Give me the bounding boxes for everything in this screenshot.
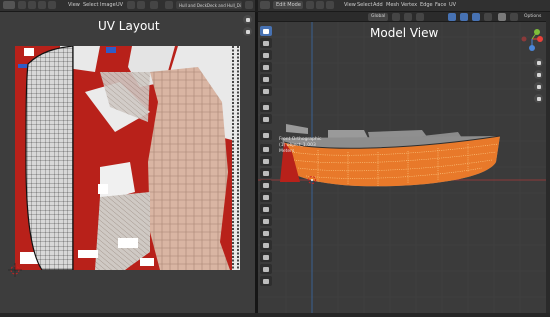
- viewport-window-header: Edit Mode View Select Add Mesh Vertex Ed…: [258, 0, 550, 12]
- viewport-menu-vertex[interactable]: Vertex: [401, 2, 417, 8]
- knife-icon[interactable]: [260, 192, 272, 202]
- face-select-icon[interactable]: [48, 1, 56, 9]
- uv-editor-header: View Select Image UV Hull and DeckDeck a…: [0, 0, 255, 12]
- rotate-icon[interactable]: [260, 62, 272, 72]
- shrink-icon[interactable]: [260, 252, 272, 262]
- status-bar: [0, 313, 550, 317]
- x-axis-icon[interactable]: [537, 36, 543, 42]
- perspective-toggle-icon[interactable]: [534, 94, 543, 103]
- snap-icon[interactable]: [404, 13, 412, 21]
- z-axis-icon[interactable]: [529, 45, 535, 51]
- viewport-canvas[interactable]: [258, 12, 546, 313]
- gizmo-icon[interactable]: [460, 13, 468, 21]
- uv-sync-icon[interactable]: [18, 1, 26, 9]
- viewport-info: Front Orthographic (1) object_1.003 Mete…: [279, 137, 321, 155]
- uv-menu-uv[interactable]: UV: [116, 2, 123, 8]
- proportional-icon[interactable]: [416, 13, 424, 21]
- viewport-menu-uv[interactable]: UV: [449, 2, 456, 8]
- editor-type-icon[interactable]: [3, 1, 15, 9]
- edge-select-icon[interactable]: [38, 1, 46, 9]
- visibility-icon[interactable]: [448, 13, 456, 21]
- uv-menu-select[interactable]: Select: [83, 2, 98, 8]
- transform-icon[interactable]: [260, 86, 272, 96]
- xray-icon[interactable]: [484, 13, 492, 21]
- inset-icon[interactable]: [260, 156, 272, 166]
- proportional-icon[interactable]: [150, 1, 158, 9]
- solid-shading-icon[interactable]: [498, 13, 506, 21]
- pan-icon[interactable]: [534, 70, 543, 79]
- zoom-icon[interactable]: [534, 58, 543, 67]
- edge-select-icon[interactable]: [316, 1, 324, 9]
- vertex-select-icon[interactable]: [28, 1, 36, 9]
- select-box-icon[interactable]: [260, 26, 272, 36]
- pivot-icon[interactable]: [127, 1, 135, 9]
- viewport-menu-edge[interactable]: Edge: [420, 2, 433, 8]
- pivot-icon[interactable]: [392, 13, 400, 21]
- pin-icon[interactable]: [245, 1, 253, 9]
- face-select-icon[interactable]: [326, 1, 334, 9]
- y-axis-icon[interactable]: [534, 29, 540, 35]
- measure-icon[interactable]: [260, 114, 272, 124]
- viewport-menu-mesh[interactable]: Mesh: [386, 2, 399, 8]
- options-button[interactable]: Options: [524, 14, 541, 19]
- uv-canvas[interactable]: [0, 12, 255, 313]
- zoom-icon[interactable]: [243, 15, 252, 24]
- material-shading-icon[interactable]: [510, 13, 518, 21]
- snap-icon[interactable]: [137, 1, 145, 9]
- orientation-label: Global: [371, 14, 386, 19]
- uv-editor[interactable]: UV Layout: [0, 12, 255, 313]
- rip-icon[interactable]: [260, 276, 272, 286]
- image-name-text: Hull and DeckDeck and Hull_Diffuse: [179, 2, 241, 8]
- viewport-menu-face[interactable]: Face: [435, 2, 446, 8]
- annotate-icon[interactable]: [260, 102, 272, 112]
- pan-icon[interactable]: [243, 27, 252, 36]
- move-icon[interactable]: [260, 50, 272, 60]
- uv-layout-title: UV Layout: [98, 19, 160, 33]
- spin-icon[interactable]: [260, 216, 272, 226]
- viewport-tool-header: Global Options: [258, 12, 546, 22]
- scale-icon[interactable]: [260, 74, 272, 84]
- blender-window: View Select Image UV Hull and DeckDeck a…: [0, 0, 550, 317]
- vertex-select-icon[interactable]: [306, 1, 314, 9]
- add-cube-icon[interactable]: [260, 130, 272, 140]
- 3d-viewport[interactable]: Global Options Front Orthographic (1) ob…: [258, 12, 546, 313]
- image-browse-icon[interactable]: [165, 1, 173, 9]
- edge-slide-icon[interactable]: [260, 240, 272, 250]
- units-label: Meters: [279, 149, 295, 154]
- camera-view-icon[interactable]: [534, 82, 543, 91]
- poly-build-icon[interactable]: [260, 204, 272, 214]
- viewport-menu-select[interactable]: Select: [357, 2, 372, 8]
- viewport-menu-add[interactable]: Add: [373, 2, 383, 8]
- editor-type-icon[interactable]: [260, 1, 270, 9]
- shear-icon[interactable]: [260, 264, 272, 274]
- viewport-menu-view[interactable]: View: [344, 2, 356, 8]
- loop-cut-icon[interactable]: [260, 180, 272, 190]
- boat-model[interactable]: [280, 124, 501, 187]
- bevel-icon[interactable]: [260, 168, 272, 178]
- extrude-icon[interactable]: [260, 144, 272, 154]
- mode-label: Edit Mode: [276, 2, 301, 8]
- navigation-gizmo[interactable]: [521, 29, 544, 51]
- model-view-title: Model View: [370, 26, 439, 40]
- sidebar-edge[interactable]: [546, 12, 550, 313]
- uv-menu-image[interactable]: Image: [100, 2, 116, 8]
- smooth-icon[interactable]: [260, 228, 272, 238]
- cursor-icon[interactable]: [260, 38, 272, 48]
- overlay-icon[interactable]: [472, 13, 480, 21]
- uv-menu-view[interactable]: View: [68, 2, 80, 8]
